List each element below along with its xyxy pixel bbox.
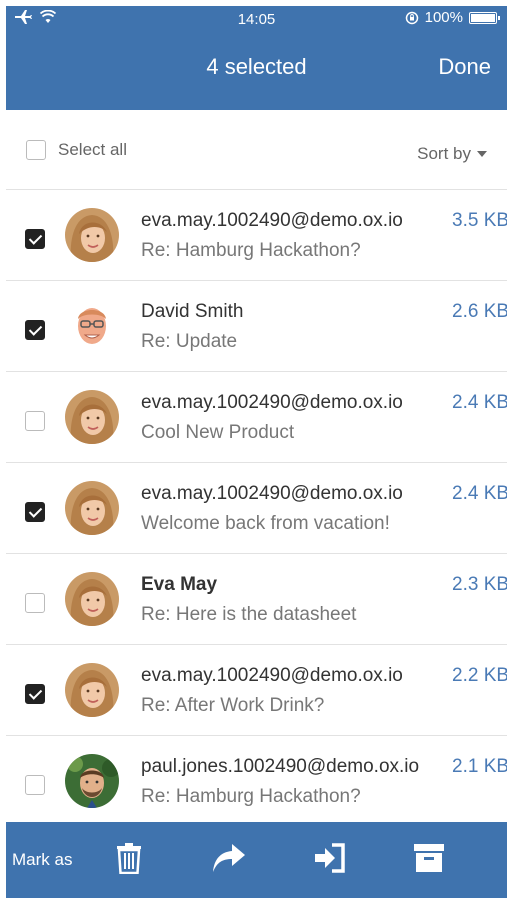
mail-list-item[interactable]: Eva May Re: Here is the datasheet 2.3 KB (6, 554, 507, 645)
done-button[interactable]: Done (438, 54, 491, 80)
sort-by-label: Sort by (417, 144, 471, 163)
battery-percent: 100% (424, 9, 463, 26)
avatar (65, 390, 119, 444)
mail-list-item[interactable]: David Smith Re: Update 2.6 KB (6, 281, 507, 372)
forward-icon[interactable] (212, 842, 246, 874)
mail-subject: Re: Here is the datasheet (141, 604, 357, 625)
select-bar: Select all Sort by (6, 110, 507, 190)
mail-subject: Welcome back from vacation! (141, 513, 390, 534)
mail-size: 2.6 KB (452, 301, 507, 322)
avatar (65, 481, 119, 535)
bottom-toolbar: Mark as (6, 822, 507, 898)
mail-list-item[interactable]: eva.may.1002490@demo.ox.io Cool New Prod… (6, 372, 507, 463)
caret-down-icon (477, 151, 487, 157)
trash-icon[interactable] (116, 842, 142, 874)
mail-list: eva.may.1002490@demo.ox.io Re: Hamburg H… (6, 190, 507, 827)
mail-from: eva.may.1002490@demo.ox.io (141, 483, 403, 504)
mail-select-checkbox[interactable] (25, 502, 45, 522)
mail-select-checkbox[interactable] (25, 411, 45, 431)
avatar (65, 572, 119, 626)
status-right: 100% (405, 9, 500, 26)
sort-by-button[interactable]: Sort by (417, 144, 487, 164)
avatar (65, 754, 119, 808)
mail-subject: Re: Hamburg Hackathon? (141, 240, 361, 261)
mail-list-item[interactable]: eva.may.1002490@demo.ox.io Re: After Wor… (6, 645, 507, 736)
mail-list-item[interactable]: paul.jones.1002490@demo.ox.io Re: Hambur… (6, 736, 507, 827)
avatar (65, 208, 119, 262)
mail-subject: Re: Update (141, 331, 238, 352)
mail-select-checkbox[interactable] (25, 593, 45, 613)
mail-from: Eva May (141, 574, 218, 595)
mail-select-checkbox[interactable] (25, 775, 45, 795)
page-title: 4 selected (206, 54, 307, 79)
mail-list-item[interactable]: eva.may.1002490@demo.ox.io Welcome back … (6, 463, 507, 554)
select-all-toggle[interactable]: Select all (26, 140, 127, 160)
mark-as-button[interactable]: Mark as (12, 850, 72, 870)
mail-size: 2.2 KB (452, 665, 507, 686)
mail-select-checkbox[interactable] (25, 320, 45, 340)
mail-size: 3.5 KB (452, 210, 507, 231)
mail-subject: Re: Hamburg Hackathon? (141, 786, 361, 807)
mail-size: 2.1 KB (452, 756, 507, 777)
mail-select-checkbox[interactable] (25, 684, 45, 704)
avatar (65, 663, 119, 717)
orientation-lock-icon (405, 11, 418, 24)
mail-from: eva.may.1002490@demo.ox.io (141, 210, 403, 231)
select-all-label: Select all (58, 140, 127, 159)
mail-from: David Smith (141, 301, 244, 322)
mail-select-checkbox[interactable] (25, 229, 45, 249)
archive-icon[interactable] (413, 842, 445, 874)
move-to-folder-icon[interactable] (314, 842, 346, 874)
nav-bar: 4 selected Done (6, 32, 507, 110)
mail-list-item[interactable]: eva.may.1002490@demo.ox.io Re: Hamburg H… (6, 190, 507, 281)
mail-size: 2.4 KB (452, 483, 507, 504)
select-all-checkbox[interactable] (26, 140, 46, 160)
mail-subject: Re: After Work Drink? (141, 695, 325, 716)
mail-subject: Cool New Product (141, 422, 295, 443)
battery-icon (469, 11, 500, 24)
mail-from: paul.jones.1002490@demo.ox.io (141, 756, 420, 777)
app-frame: 14:05 100% 4 selected Done Select all So… (6, 6, 507, 898)
mail-size: 2.4 KB (452, 392, 507, 413)
status-bar: 14:05 100% (6, 6, 507, 32)
mail-from: eva.may.1002490@demo.ox.io (141, 392, 403, 413)
avatar (65, 299, 119, 353)
mail-from: eva.may.1002490@demo.ox.io (141, 665, 403, 686)
mail-size: 2.3 KB (452, 574, 507, 595)
